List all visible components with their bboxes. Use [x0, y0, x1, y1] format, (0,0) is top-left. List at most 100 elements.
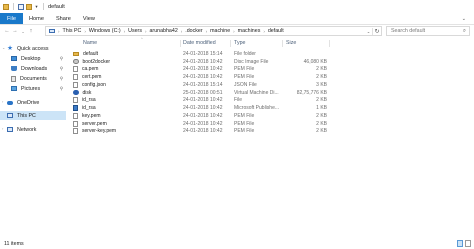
pin-icon[interactable]: ⚲ [60, 56, 63, 62]
forward-arrow-icon[interactable]: → [11, 28, 19, 34]
chevron-down-icon[interactable]: ⌄ [454, 13, 474, 24]
breadcrumb-default[interactable]: default [268, 28, 284, 34]
pin-icon[interactable]: ⚲ [60, 76, 63, 82]
file-name: ca.pem [82, 66, 99, 73]
table-row[interactable]: ca.pem 24-01-2018 10:42 PEM File 2 KB [67, 66, 474, 74]
file-name-cell[interactable]: boot2docker [73, 58, 179, 66]
table-row[interactable]: key.pem 24-01-2018 10:42 PEM File 2 KB [67, 112, 474, 120]
file-name-cell[interactable]: cert.pem [73, 73, 179, 81]
nav-label: Network [17, 126, 37, 133]
recent-locations-icon[interactable]: ⌄ [19, 29, 27, 34]
file-name-cell[interactable]: key.pem [73, 112, 179, 120]
breadcrumb-user[interactable]: arunabha42 [149, 28, 177, 34]
pin-icon[interactable]: ⚲ [60, 66, 63, 72]
breadcrumb-separator: › [144, 28, 147, 34]
nav-onedrive[interactable]: OneDrive [7, 98, 66, 107]
address-row: ← → ⌄ ↑ › This PC › Windows (C:) › Users… [0, 25, 474, 37]
breadcrumb-machines[interactable]: machines [238, 28, 261, 34]
table-row[interactable]: server-key.pem 24-01-2018 10:42 PEM File 2 … [67, 128, 474, 136]
pin-icon[interactable]: ⚲ [60, 86, 63, 92]
tab-home[interactable]: Home [23, 13, 50, 24]
search-placeholder: Search default [391, 28, 426, 34]
refresh-icon[interactable]: ↻ [372, 27, 381, 35]
column-divider[interactable] [282, 40, 283, 47]
file-name-cell[interactable]: disk [73, 89, 179, 97]
column-divider[interactable] [180, 40, 181, 47]
nav-desktop[interactable]: Desktop ⚲ [11, 54, 66, 63]
breadcrumb-drive[interactable]: Windows (C:) [89, 28, 121, 34]
properties-icon[interactable] [18, 3, 24, 10]
nav-label: OneDrive [17, 99, 40, 106]
file-name-cell[interactable]: id_rsa [73, 104, 179, 112]
type-cell: Microsoft Publishe... [234, 105, 280, 111]
desktop-icon [11, 56, 17, 61]
details-view-icon[interactable] [456, 240, 463, 247]
file-name: server-key.pem [82, 128, 117, 135]
table-row[interactable]: disk 25-01-2018 00:51 Virtual Machine Di..… [67, 89, 474, 97]
size-cell: 2 KB [316, 112, 327, 119]
chevron-down-icon[interactable]: ⌄ [2, 45, 5, 50]
nav-this-pc[interactable]: This PC [0, 111, 66, 120]
file-name: key.pem [82, 112, 101, 119]
size-cell [284, 50, 327, 58]
breadcrumb-machine[interactable]: machine [210, 28, 230, 34]
chevron-right-icon[interactable]: › [2, 126, 3, 131]
breadcrumb-users[interactable]: Users [128, 28, 142, 34]
date-modified-cell: 24-01-2018 10:42 [183, 112, 223, 119]
tab-file[interactable]: File [0, 13, 24, 24]
customize-toolbar-icon[interactable]: ▾ [34, 4, 39, 10]
table-row[interactable]: id_rsa 24-01-2018 10:42 Microsoft Publishe… [67, 104, 474, 112]
new-folder-icon[interactable] [26, 3, 32, 10]
search-icon: ⌕ [462, 27, 466, 34]
nav-network[interactable]: Network [7, 125, 66, 134]
table-row[interactable]: default 24-01-2018 15:14 File folder [67, 50, 474, 58]
table-row[interactable]: cert.pem 24-01-2018 10:42 PEM File 2 KB [67, 73, 474, 81]
file-list: ^ Name Date modified Type Size default 24… [67, 37, 474, 236]
column-header-date-modified[interactable]: Date modified [183, 38, 235, 48]
back-arrow-icon[interactable]: ← [3, 28, 11, 34]
column-divider[interactable] [230, 40, 231, 47]
file-name: server.pem [82, 120, 107, 127]
this-pc-icon [7, 113, 13, 118]
network-icon [7, 127, 13, 132]
column-header-type[interactable]: Type [234, 38, 284, 48]
type-cell: PEM File [234, 74, 255, 80]
breadcrumb-separator: › [263, 28, 265, 34]
file-icon [73, 97, 78, 104]
search-input[interactable]: Search default ⌕ [386, 26, 470, 36]
breadcrumb-separator: › [180, 28, 183, 34]
nav-pictures[interactable]: Pictures ⚲ [11, 84, 66, 93]
chevron-right-icon[interactable]: › [2, 99, 3, 104]
large-icons-view-icon[interactable] [464, 240, 471, 247]
column-header-name[interactable]: Name [83, 38, 179, 48]
size-cell: 3 KB [316, 81, 327, 88]
column-divider[interactable] [329, 40, 330, 47]
table-row[interactable]: id_rsa 24-01-2018 10:42 File 2 KB [67, 97, 474, 105]
address-history-dropdown-icon[interactable]: ⌄ [365, 29, 372, 34]
ribbon-tabs: File Home Share View ⌄ [0, 13, 474, 25]
file-name-cell[interactable]: server-key.pem [73, 128, 179, 136]
file-name-cell[interactable]: config.json [73, 81, 179, 89]
nav-documents[interactable]: Documents ⚲ [11, 74, 66, 83]
file-name-cell[interactable]: id_rsa [73, 97, 179, 105]
table-row[interactable]: boot2docker 24-01-2018 10:42 Disc Image Fi… [67, 58, 474, 66]
breadcrumb-this-pc[interactable]: This PC [63, 28, 82, 34]
column-header-size[interactable]: Size [286, 38, 326, 48]
table-row[interactable]: config.json 24-01-2018 15:14 JSON File 3 KB [67, 81, 474, 89]
nav-quick-access[interactable]: ★ Quick access [7, 44, 66, 53]
file-name-cell[interactable]: server.pem [73, 120, 179, 128]
table-row[interactable]: server.pem 24-01-2018 10:42 PEM File 2 KB [67, 120, 474, 128]
type-cell: PEM File [234, 112, 255, 119]
tab-share[interactable]: Share [50, 13, 77, 24]
file-name-cell[interactable]: default [73, 50, 179, 58]
up-arrow-icon[interactable]: ↑ [27, 28, 35, 34]
date-modified-cell: 24-01-2018 10:42 [183, 105, 223, 111]
breadcrumb-docker[interactable]: .docker [185, 28, 202, 34]
file-name: boot2docker [82, 58, 111, 65]
date-modified-cell: 24-01-2018 10:42 [183, 97, 223, 104]
nav-downloads[interactable]: Downloads ⚲ [11, 64, 66, 73]
file-name-cell[interactable]: ca.pem [73, 66, 179, 74]
breadcrumb-separator: › [58, 28, 60, 34]
address-bar[interactable]: › This PC › Windows (C:) › Users › aruna… [45, 26, 382, 36]
tab-view[interactable]: View [77, 13, 101, 24]
